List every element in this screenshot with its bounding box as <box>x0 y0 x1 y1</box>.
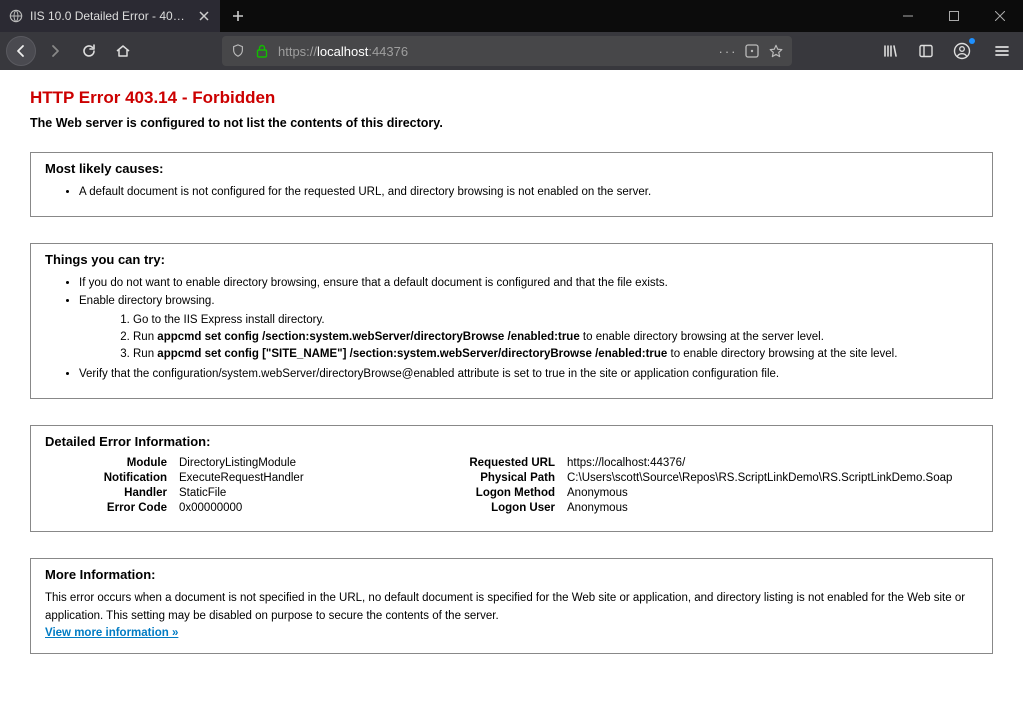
detail-logon-method: Logon MethodAnonymous <box>439 487 952 499</box>
maximize-button[interactable] <box>931 0 977 32</box>
back-button[interactable] <box>6 36 36 66</box>
shield-icon <box>230 43 246 59</box>
details-panel: Detailed Error Information: ModuleDirect… <box>30 425 993 532</box>
try-step-1: Go to the IIS Express install directory. <box>133 312 978 329</box>
account-badge <box>969 38 975 44</box>
causes-item: A default document is not configured for… <box>79 184 978 202</box>
detail-physical-path: Physical PathC:\Users\scott\Source\Repos… <box>439 472 952 484</box>
error-subheading: The Web server is configured to not list… <box>30 116 993 130</box>
detail-handler: HandlerStaticFile <box>59 487 439 499</box>
titlebar: IIS 10.0 Detailed Error - 403.14 - For <box>0 0 1023 32</box>
detail-requested-url: Requested URLhttps://localhost:44376/ <box>439 457 952 469</box>
url-bar[interactable]: https://localhost:44376 ··· <box>222 36 792 66</box>
more-info-title: More Information: <box>45 567 978 582</box>
reload-button[interactable] <box>74 36 104 66</box>
account-button[interactable] <box>947 36 977 66</box>
try-title: Things you can try: <box>45 252 978 267</box>
try-step-2: Run appcmd set config /section:system.we… <box>133 329 978 346</box>
urlbar-bookmark-icon[interactable] <box>768 43 784 59</box>
page-content: HTTP Error 403.14 - Forbidden The Web se… <box>0 70 1023 698</box>
lock-icon <box>254 43 270 59</box>
error-heading: HTTP Error 403.14 - Forbidden <box>30 88 993 108</box>
browser-tab[interactable]: IIS 10.0 Detailed Error - 403.14 - For <box>0 0 220 32</box>
try-bullet-2-text: Enable directory browsing. <box>79 295 215 307</box>
detail-error-code: Error Code0x00000000 <box>59 502 439 514</box>
site-icon <box>8 8 24 24</box>
try-bullet-3: Verify that the configuration/system.web… <box>79 366 978 384</box>
home-button[interactable] <box>108 36 138 66</box>
sidebar-button[interactable] <box>911 36 941 66</box>
minimize-button[interactable] <box>885 0 931 32</box>
url-host: localhost <box>317 44 368 59</box>
window-controls <box>885 0 1023 32</box>
new-tab-button[interactable] <box>224 2 252 30</box>
detail-notification: NotificationExecuteRequestHandler <box>59 472 439 484</box>
more-info-link[interactable]: View more information » <box>45 627 178 639</box>
detail-module: ModuleDirectoryListingModule <box>59 457 439 469</box>
more-info-text: This error occurs when a document is not… <box>45 590 978 625</box>
more-info-panel: More Information: This error occurs when… <box>30 558 993 654</box>
detail-logon-user: Logon UserAnonymous <box>439 502 952 514</box>
tab-title: IIS 10.0 Detailed Error - 403.14 - For <box>30 9 190 23</box>
library-button[interactable] <box>875 36 905 66</box>
reader-mode-icon[interactable] <box>744 43 760 59</box>
forward-button[interactable] <box>40 36 70 66</box>
causes-title: Most likely causes: <box>45 161 978 176</box>
menu-button[interactable] <box>987 36 1017 66</box>
try-bullet-1: If you do not want to enable directory b… <box>79 275 978 293</box>
causes-panel: Most likely causes: A default document i… <box>30 152 993 217</box>
try-step-3: Run appcmd set config ["SITE_NAME"] /sec… <box>133 346 978 363</box>
tab-close-icon[interactable] <box>196 8 212 24</box>
try-panel: Things you can try: If you do not want t… <box>30 243 993 399</box>
url-scheme: https:// <box>278 44 317 59</box>
more-url-icon[interactable]: ··· <box>720 43 736 59</box>
url-port: :44376 <box>368 44 408 59</box>
try-bullet-2: Enable directory browsing. Go to the IIS… <box>79 293 978 363</box>
navbar: https://localhost:44376 ··· <box>0 32 1023 70</box>
window-close-button[interactable] <box>977 0 1023 32</box>
url-text: https://localhost:44376 <box>278 44 712 59</box>
details-title: Detailed Error Information: <box>45 434 978 449</box>
